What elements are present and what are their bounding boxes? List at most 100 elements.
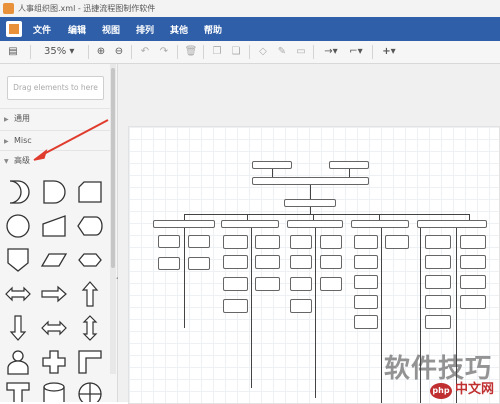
org-node[interactable] bbox=[255, 255, 280, 269]
summing-junction-shape[interactable] bbox=[76, 380, 104, 402]
org-node[interactable] bbox=[460, 255, 486, 269]
org-node[interactable] bbox=[223, 299, 248, 313]
org-node[interactable] bbox=[425, 315, 451, 329]
hexagon-shape[interactable] bbox=[76, 246, 104, 274]
org-node[interactable] bbox=[188, 235, 210, 248]
delay-shape[interactable] bbox=[4, 178, 32, 206]
to-back-icon[interactable]: ❏ bbox=[229, 44, 243, 60]
org-node[interactable] bbox=[354, 235, 378, 249]
zoom-select[interactable]: 35% ▾ bbox=[44, 44, 84, 60]
up-down-arrow-shape[interactable] bbox=[76, 314, 104, 342]
sidebar-scrollbar[interactable] bbox=[110, 64, 116, 374]
right-arrow-shape[interactable] bbox=[40, 280, 68, 308]
line-color-icon[interactable]: ✎ bbox=[275, 44, 289, 60]
org-node[interactable] bbox=[290, 277, 312, 291]
card-shape[interactable] bbox=[76, 178, 104, 206]
org-connector bbox=[310, 207, 311, 214]
actor-shape[interactable] bbox=[4, 348, 32, 376]
to-front-icon[interactable]: ❐ bbox=[210, 44, 224, 60]
menu-file[interactable]: 文件 bbox=[33, 23, 51, 36]
manual-input-shape[interactable] bbox=[40, 212, 68, 240]
org-node[interactable] bbox=[255, 277, 280, 291]
corner-shape[interactable] bbox=[76, 348, 104, 376]
connector-circle-shape[interactable] bbox=[4, 212, 32, 240]
org-node[interactable] bbox=[284, 199, 336, 207]
org-node[interactable] bbox=[153, 220, 215, 228]
org-node[interactable] bbox=[320, 255, 342, 269]
waypoints-icon[interactable]: ⌐▾ bbox=[345, 44, 367, 60]
menu-edit[interactable]: 编辑 bbox=[68, 23, 86, 36]
org-node[interactable] bbox=[223, 277, 248, 291]
org-node[interactable] bbox=[252, 161, 292, 169]
off-page-reference-shape[interactable] bbox=[4, 246, 32, 274]
toolbar-separator bbox=[313, 45, 314, 59]
menu-help[interactable]: 帮助 bbox=[204, 23, 222, 36]
org-node[interactable] bbox=[460, 295, 486, 309]
org-node[interactable] bbox=[290, 255, 312, 269]
chevron-down-icon: ▼ bbox=[4, 158, 9, 165]
section-advanced[interactable]: ▼ 高级 bbox=[0, 150, 110, 171]
org-node[interactable] bbox=[329, 161, 369, 169]
bidirectional-arrow-shape[interactable] bbox=[40, 314, 68, 342]
zoom-in-icon[interactable]: ⊕ bbox=[94, 44, 108, 60]
section-label: 通用 bbox=[14, 114, 30, 123]
fill-color-icon[interactable]: ◇ bbox=[256, 44, 270, 60]
window-title: 人事组织图.xml - 迅捷流程图制作软件 bbox=[18, 4, 156, 13]
menu-view[interactable]: 视图 bbox=[102, 23, 120, 36]
org-node[interactable] bbox=[354, 315, 378, 329]
tee-shape[interactable] bbox=[4, 380, 32, 402]
toolbar-separator bbox=[177, 45, 178, 59]
org-node[interactable] bbox=[223, 255, 248, 269]
org-node[interactable] bbox=[385, 235, 409, 249]
org-node[interactable] bbox=[221, 220, 279, 228]
display-shape[interactable] bbox=[76, 212, 104, 240]
menu-extras[interactable]: 其他 bbox=[170, 23, 188, 36]
cross-shape[interactable] bbox=[40, 348, 68, 376]
data-storage-shape[interactable] bbox=[40, 178, 68, 206]
org-node[interactable] bbox=[158, 235, 180, 248]
down-arrow-shape[interactable] bbox=[4, 314, 32, 342]
section-misc[interactable]: ▶ Misc bbox=[0, 130, 110, 151]
org-node[interactable] bbox=[351, 220, 409, 228]
org-node[interactable] bbox=[188, 257, 210, 270]
org-node[interactable] bbox=[158, 257, 180, 270]
org-node[interactable] bbox=[354, 275, 378, 289]
org-node[interactable] bbox=[287, 220, 343, 228]
org-node[interactable] bbox=[252, 177, 369, 185]
section-general[interactable]: ▶ 通用 bbox=[0, 108, 110, 129]
org-node[interactable] bbox=[290, 235, 312, 249]
org-node[interactable] bbox=[320, 235, 342, 249]
org-connector bbox=[184, 228, 185, 328]
insert-icon[interactable]: +▾ bbox=[378, 44, 400, 60]
shadow-icon[interactable]: ▭ bbox=[294, 44, 308, 60]
org-node[interactable] bbox=[425, 255, 451, 269]
org-node[interactable] bbox=[425, 295, 451, 309]
page-view-icon[interactable]: ▤ bbox=[6, 44, 20, 60]
org-node[interactable] bbox=[354, 295, 378, 309]
zoom-out-icon[interactable]: ⊖ bbox=[112, 44, 126, 60]
org-node[interactable] bbox=[290, 299, 312, 313]
left-right-arrow-shape[interactable] bbox=[4, 280, 32, 308]
cylinder-shape[interactable] bbox=[40, 380, 68, 402]
org-node[interactable] bbox=[354, 255, 378, 269]
org-node[interactable] bbox=[223, 235, 248, 249]
connection-style-icon[interactable]: →▾ bbox=[320, 44, 342, 60]
parallelogram-shape[interactable] bbox=[40, 246, 68, 274]
shape-search-input[interactable]: Drag elements to here bbox=[7, 76, 104, 100]
org-node[interactable] bbox=[460, 275, 486, 289]
shape-sidebar: Drag elements to here ▶ 通用 ▶ Misc ▼ 高级 bbox=[0, 64, 118, 402]
org-node[interactable] bbox=[320, 277, 342, 291]
section-label: Misc bbox=[14, 136, 32, 145]
menu-arrange[interactable]: 排列 bbox=[136, 23, 154, 36]
up-arrow-shape[interactable] bbox=[76, 280, 104, 308]
org-node[interactable] bbox=[417, 220, 487, 228]
delete-icon[interactable]: 🗑 bbox=[184, 44, 198, 60]
undo-icon[interactable]: ↶ bbox=[138, 44, 152, 60]
redo-icon[interactable]: ↷ bbox=[157, 44, 171, 60]
scrollbar-thumb[interactable] bbox=[111, 68, 115, 268]
org-connector bbox=[310, 185, 311, 199]
org-node[interactable] bbox=[425, 235, 451, 249]
org-node[interactable] bbox=[255, 235, 280, 249]
org-node[interactable] bbox=[425, 275, 451, 289]
org-node[interactable] bbox=[460, 235, 486, 249]
